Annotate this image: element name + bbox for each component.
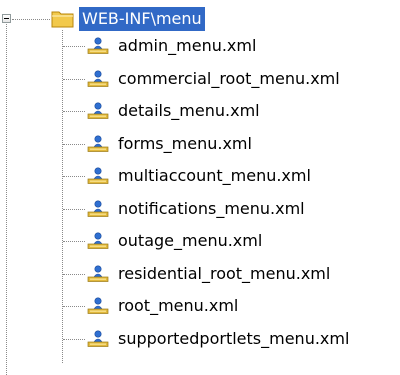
tree-line-connector [63, 306, 85, 307]
project-tree: WEB-INF\menu admin_menu.xml commercial_ro… [0, 0, 400, 375]
tree-file-item[interactable]: notifications_menu.xml [0, 196, 400, 222]
tree-file-item[interactable]: commercial_root_menu.xml [0, 66, 400, 92]
tree-file-label: residential_root_menu.xml [118, 264, 331, 283]
xml-file-icon [87, 167, 109, 184]
root-folder-label[interactable]: WEB-INF\menu [79, 7, 205, 31]
tree-file-label: notifications_menu.xml [118, 199, 305, 218]
xml-file-icon [87, 200, 109, 217]
tree-file-item[interactable]: root_menu.xml [0, 293, 400, 319]
tree-file-item[interactable]: admin_menu.xml [0, 33, 400, 59]
tree-file-item[interactable]: residential_root_menu.xml [0, 261, 400, 287]
tree-line-connector [63, 144, 85, 145]
tree-file-label: admin_menu.xml [118, 36, 257, 55]
xml-file-icon [87, 265, 109, 282]
xml-file-icon [87, 70, 109, 87]
tree-file-item[interactable]: multiaccount_menu.xml [0, 163, 400, 189]
tree-file-item[interactable]: outage_menu.xml [0, 228, 400, 254]
tree-file-label: details_menu.xml [118, 101, 260, 120]
tree-line-connector [63, 111, 85, 112]
xml-file-icon [87, 297, 109, 314]
xml-file-icon [87, 330, 109, 347]
tree-file-label: multiaccount_menu.xml [118, 166, 311, 185]
tree-line-root-connector [12, 19, 50, 20]
tree-line-connector [63, 209, 85, 210]
tree-file-label: forms_menu.xml [118, 134, 252, 153]
xml-file-icon [87, 102, 109, 119]
tree-file-item[interactable]: supportedportlets_menu.xml [0, 326, 400, 352]
collapse-toggle[interactable] [2, 14, 11, 23]
tree-file-label: supportedportlets_menu.xml [118, 329, 350, 348]
xml-file-icon [87, 232, 109, 249]
folder-icon [51, 11, 74, 28]
xml-file-icon [87, 37, 109, 54]
tree-file-label: commercial_root_menu.xml [118, 69, 340, 88]
tree-line-connector [63, 274, 85, 275]
tree-file-label: outage_menu.xml [118, 231, 263, 250]
tree-file-item[interactable]: details_menu.xml [0, 98, 400, 124]
tree-file-label: root_menu.xml [118, 296, 239, 315]
tree-line-connector [63, 176, 85, 177]
xml-file-icon [87, 135, 109, 152]
tree-line-connector [63, 339, 85, 340]
tree-file-item[interactable]: forms_menu.xml [0, 131, 400, 157]
tree-line-connector [63, 46, 85, 47]
tree-line-connector [63, 79, 85, 80]
tree-line-connector [63, 241, 85, 242]
